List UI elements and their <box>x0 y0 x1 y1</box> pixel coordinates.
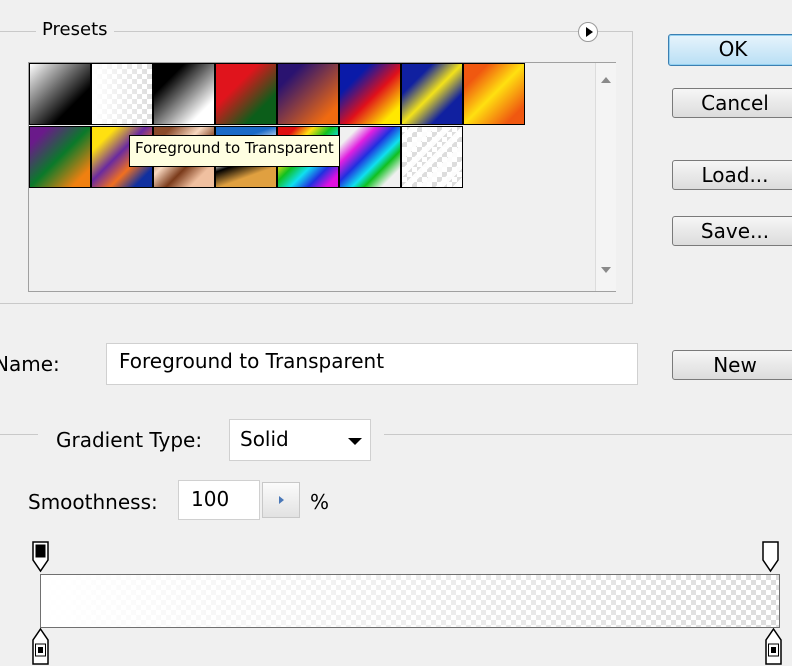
flyout-menu-icon[interactable] <box>578 22 598 42</box>
load-button[interactable]: Load... <box>672 160 792 190</box>
swatch-violet-green-orange[interactable] <box>29 126 91 188</box>
swatch-orange-yellow-orange[interactable] <box>463 63 525 125</box>
smoothness-stepper[interactable] <box>262 482 300 518</box>
swatch-violet-orange[interactable] <box>277 63 339 125</box>
stepper-right-icon <box>279 496 284 504</box>
gradient-fill <box>41 575 779 627</box>
opacity-stop-right-icon[interactable] <box>760 540 782 574</box>
color-stop-left-icon[interactable] <box>30 628 52 666</box>
swatch-transparent-rainbow[interactable] <box>339 126 401 188</box>
save-button[interactable]: Save... <box>672 216 792 246</box>
opacity-stop-left-icon[interactable] <box>30 540 52 574</box>
scroll-down-icon[interactable] <box>601 267 611 273</box>
swatch-foreground-to-transparent[interactable] <box>91 63 153 125</box>
preset-swatch-list <box>28 62 616 292</box>
preset-scrollbar[interactable] <box>595 63 616 291</box>
name-input[interactable]: Foreground to Transparent <box>106 343 638 385</box>
name-label: Name: <box>0 352 60 376</box>
presets-group-bottom-border <box>0 303 633 304</box>
preset-tooltip: Foreground to Transparent <box>129 135 340 167</box>
gradient-type-select[interactable]: Solid <box>229 419 371 461</box>
gradient-group-right-rule <box>384 434 792 435</box>
swatch-foreground-to-background[interactable] <box>29 63 91 125</box>
smoothness-input[interactable]: 100 <box>178 480 260 520</box>
cancel-button[interactable]: Cancel <box>672 88 792 118</box>
gradient-preview-bar[interactable] <box>40 574 780 628</box>
ok-button[interactable]: OK <box>668 34 792 66</box>
gradient-type-value: Solid <box>240 427 289 451</box>
presets-title: Presets <box>36 19 114 40</box>
swatch-black-white[interactable] <box>153 63 215 125</box>
presets-group-right-border <box>632 31 633 303</box>
color-stop-right-icon[interactable] <box>763 628 785 666</box>
smoothness-label: Smoothness: <box>28 490 158 514</box>
swatch-red-green[interactable] <box>215 63 277 125</box>
smoothness-unit: % <box>310 490 330 514</box>
swatch-blue-yellow-blue[interactable] <box>401 63 463 125</box>
gradient-type-label: Gradient Type: <box>56 428 203 452</box>
swatch-transparent-stripes[interactable] <box>401 126 463 188</box>
scroll-up-icon[interactable] <box>601 77 611 83</box>
preset-row-1 <box>29 63 525 125</box>
chevron-down-icon <box>348 438 362 445</box>
swatch-blue-red-yellow[interactable] <box>339 63 401 125</box>
new-button[interactable]: New <box>672 350 792 380</box>
gradient-group-left-rule <box>0 434 38 435</box>
